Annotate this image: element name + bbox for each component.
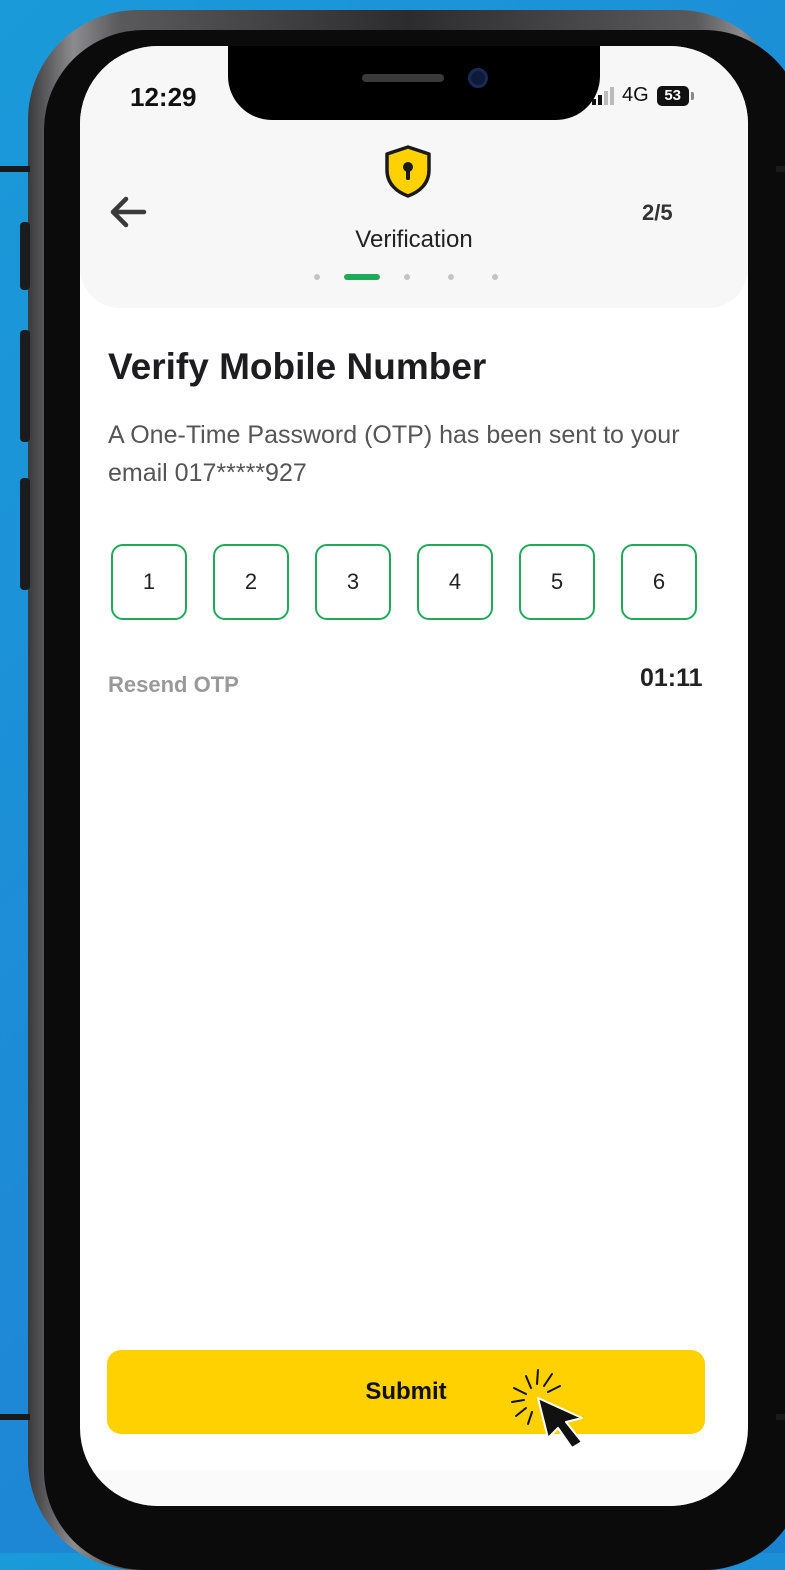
battery-cap — [690, 91, 694, 100]
notch — [228, 46, 600, 120]
resend-otp-link[interactable]: Resend OTP — [108, 672, 239, 698]
otp-digit-input[interactable]: 6 — [621, 544, 697, 620]
step-dot — [314, 274, 320, 280]
step-counter: 2/5 — [642, 200, 673, 225]
shield-keyhole-icon — [385, 145, 431, 198]
otp-digit-input[interactable]: 5 — [519, 544, 595, 620]
header-title: Verification — [355, 226, 473, 253]
network-label: 4G — [622, 84, 649, 106]
home-indicator-area — [80, 1470, 748, 1506]
step-progress-dots — [314, 274, 536, 280]
pointer-cursor-icon — [511, 1369, 583, 1449]
phone-side-button — [20, 478, 30, 590]
step-dot-active — [344, 274, 380, 280]
otp-digit-input[interactable]: 3 — [315, 544, 391, 620]
submit-button-label: Submit — [365, 1378, 447, 1405]
phone-side-button — [20, 222, 30, 290]
otp-digit-input[interactable]: 2 — [213, 544, 289, 620]
front-camera — [468, 68, 488, 88]
otp-input-group: 1 2 3 4 5 6 — [111, 544, 697, 620]
page-title: Verify Mobile Number — [108, 346, 487, 387]
status-time: 12:29 — [130, 82, 197, 112]
otp-description: A One-Time Password (OTP) has been sent … — [108, 421, 680, 487]
countdown-timer: 01:11 — [640, 664, 703, 692]
otp-digit-input[interactable]: 1 — [111, 544, 187, 620]
signal-icon — [592, 86, 614, 105]
otp-digit-input[interactable]: 4 — [417, 544, 493, 620]
antenna-band — [776, 166, 785, 172]
battery-icon: 53 — [656, 85, 689, 106]
antenna-band — [0, 1414, 30, 1420]
step-dot — [404, 274, 410, 280]
antenna-band — [776, 1414, 785, 1420]
status-indicators: 4G 53 — [592, 84, 694, 107]
step-dot — [448, 274, 454, 280]
step-dot — [492, 274, 498, 280]
phone-side-button — [20, 330, 30, 442]
speaker-grille — [362, 74, 444, 82]
phone-screen: 12:29 4G 53 2/5 Verification Verify Mobi… — [80, 46, 748, 1506]
back-arrow-icon[interactable] — [108, 194, 148, 230]
submit-button[interactable]: Submit — [107, 1350, 705, 1434]
antenna-band — [0, 166, 30, 172]
